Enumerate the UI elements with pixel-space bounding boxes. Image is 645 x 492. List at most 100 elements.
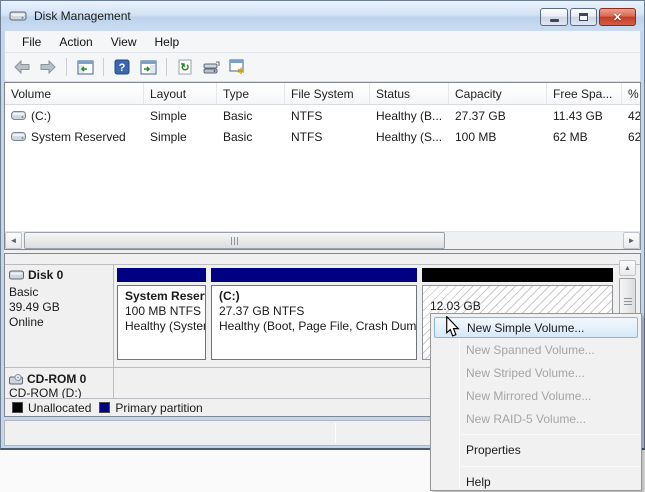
cell-status: Healthy (B... — [376, 108, 443, 123]
scroll-up-icon[interactable]: ▲ — [619, 260, 636, 276]
column-header-capacity[interactable]: Capacity — [449, 83, 547, 104]
maximize-icon — [579, 13, 588, 21]
cell-file-system: NTFS — [291, 129, 323, 144]
svg-text:?: ? — [119, 62, 126, 74]
cdrom-icon — [9, 373, 23, 384]
toolbar: ? ↻ ✱ — [5, 53, 640, 82]
disk-management-app-icon — [9, 11, 27, 21]
cell-pct-free: 62 — [628, 129, 641, 144]
volume-name: (C:) — [31, 108, 51, 123]
volume-list: Volume Layout Type File System Status Ca… — [4, 82, 641, 250]
titlebar[interactable]: Disk Management ✕ — [1, 1, 644, 31]
svg-text:✱: ✱ — [237, 66, 245, 75]
window-title: Disk Management — [34, 9, 131, 23]
desktop: Disk Management ✕ File Action View Help — [0, 0, 645, 492]
show-console-tree-icon[interactable] — [74, 56, 96, 78]
partition-c[interactable]: (C:) 27.37 GB NTFS Healthy (Boot, Page F… — [210, 266, 418, 370]
menu-item-new-spanned-volume: New Spanned Volume... — [466, 343, 595, 357]
horizontal-scrollbar[interactable]: ◄ ► — [5, 231, 640, 249]
disk-list-icon[interactable] — [200, 56, 222, 78]
cdrom-header[interactable]: CD-ROM 0 CD-ROM (D:) — [9, 372, 109, 400]
context-menu: New Simple Volume... New Spanned Volume.… — [430, 313, 642, 491]
partition-size: 27.37 GB NTFS — [219, 304, 305, 318]
column-header-free-space[interactable]: Free Spa... — [547, 83, 622, 104]
show-action-pane-icon[interactable] — [137, 56, 159, 78]
disk-name: Disk 0 — [28, 268, 64, 282]
cell-free-space: 11.43 GB — [553, 108, 603, 123]
table-row[interactable]: (C:) Simple Basic NTFS Healthy (B... 27.… — [5, 105, 640, 126]
horizontal-scrollbar-thumb[interactable] — [24, 232, 445, 249]
partition-name: (C:) — [219, 289, 240, 303]
cell-type: Basic — [223, 108, 253, 123]
mouse-cursor — [446, 316, 460, 337]
minimize-icon — [549, 19, 559, 22]
unallocated-band — [422, 268, 613, 282]
partition-status: Healthy (System, Active, Primary Partiti… — [125, 319, 205, 333]
disk-icon — [9, 270, 24, 280]
svg-text:↻: ↻ — [180, 62, 189, 74]
primary-partition-band — [117, 268, 206, 282]
menu-action[interactable]: Action — [50, 33, 101, 51]
divider — [113, 264, 114, 398]
cell-status: Healthy (S... — [376, 129, 443, 144]
column-header-volume[interactable]: Volume — [5, 83, 144, 104]
maximize-button[interactable] — [570, 8, 597, 26]
close-button[interactable]: ✕ — [599, 8, 636, 26]
scroll-right-icon[interactable]: ► — [623, 232, 640, 249]
menu-view[interactable]: View — [102, 33, 146, 51]
toolbar-separator — [166, 58, 167, 76]
column-header-layout[interactable]: Layout — [144, 83, 217, 104]
cell-type: Basic — [223, 129, 253, 144]
menu-item-help[interactable]: Help — [431, 470, 641, 492]
menu-file[interactable]: File — [13, 33, 50, 51]
help-icon[interactable]: ? — [111, 56, 133, 78]
toolbar-separator — [103, 58, 104, 76]
status-bar-divider — [335, 423, 336, 443]
refresh-icon[interactable]: ↻ — [174, 56, 196, 78]
disk-size: 39.49 GB — [9, 300, 60, 314]
cdrom-name: CD-ROM 0 — [27, 372, 87, 386]
primary-partition-band — [211, 268, 417, 282]
menu-item-new-raid5-volume: New RAID-5 Volume... — [466, 412, 587, 426]
manage-wizard-icon[interactable]: ✱ — [226, 56, 248, 78]
cell-capacity: 27.37 GB — [455, 108, 506, 123]
column-header-pct-free[interactable]: % F — [622, 83, 640, 104]
disk0-header[interactable]: Disk 0 Basic 39.49 GB Online — [9, 268, 109, 330]
primary-partition-swatch — [99, 402, 111, 413]
drive-icon — [11, 132, 26, 141]
cell-layout: Simple — [150, 129, 187, 144]
menu-item-new-simple-volume[interactable]: New Simple Volume... — [434, 317, 638, 338]
menu-item-new-mirrored-volume: New Mirrored Volume... — [466, 389, 592, 403]
partition-size: 100 MB NTFS — [125, 304, 202, 318]
cell-layout: Simple — [150, 108, 187, 123]
disk-status: Online — [9, 315, 44, 329]
table-row[interactable]: System Reserved Simple Basic NTFS Health… — [5, 126, 640, 147]
menu-item-properties[interactable]: Properties — [431, 438, 641, 463]
partition-status: Healthy (Boot, Page File, Crash Dump, Pr… — [219, 319, 417, 333]
legend-unallocated-label: Unallocated — [28, 400, 92, 415]
forward-icon[interactable] — [37, 56, 59, 78]
cell-file-system: NTFS — [291, 108, 323, 123]
back-icon[interactable] — [11, 56, 33, 78]
unallocated-swatch — [12, 402, 23, 413]
minimize-button[interactable] — [540, 8, 568, 26]
divider — [5, 264, 640, 265]
volume-list-header: Volume Layout Type File System Status Ca… — [5, 83, 640, 105]
cell-capacity: 100 MB — [455, 129, 497, 144]
menu-separator — [461, 434, 639, 435]
toolbar-separator — [66, 58, 67, 76]
scroll-left-icon[interactable]: ◄ — [5, 232, 22, 249]
volume-name: System Reserved — [31, 129, 126, 144]
legend-primary-label: Primary partition — [115, 400, 203, 415]
menu-item-new-striped-volume: New Striped Volume... — [466, 366, 585, 380]
menu-help[interactable]: Help — [146, 33, 189, 51]
column-header-file-system[interactable]: File System — [285, 83, 370, 104]
partition-system-reserved[interactable]: System Reserved 100 MB NTFS Healthy (Sys… — [116, 266, 207, 370]
cell-free-space: 62 MB — [553, 129, 588, 144]
column-header-type[interactable]: Type — [217, 83, 285, 104]
partition-name: System Reserved — [125, 289, 205, 303]
column-header-status[interactable]: Status — [370, 83, 449, 104]
cell-pct-free: 42 — [628, 108, 641, 123]
drive-icon — [11, 111, 26, 120]
unallocated-size: 12.03 GB — [430, 299, 481, 313]
